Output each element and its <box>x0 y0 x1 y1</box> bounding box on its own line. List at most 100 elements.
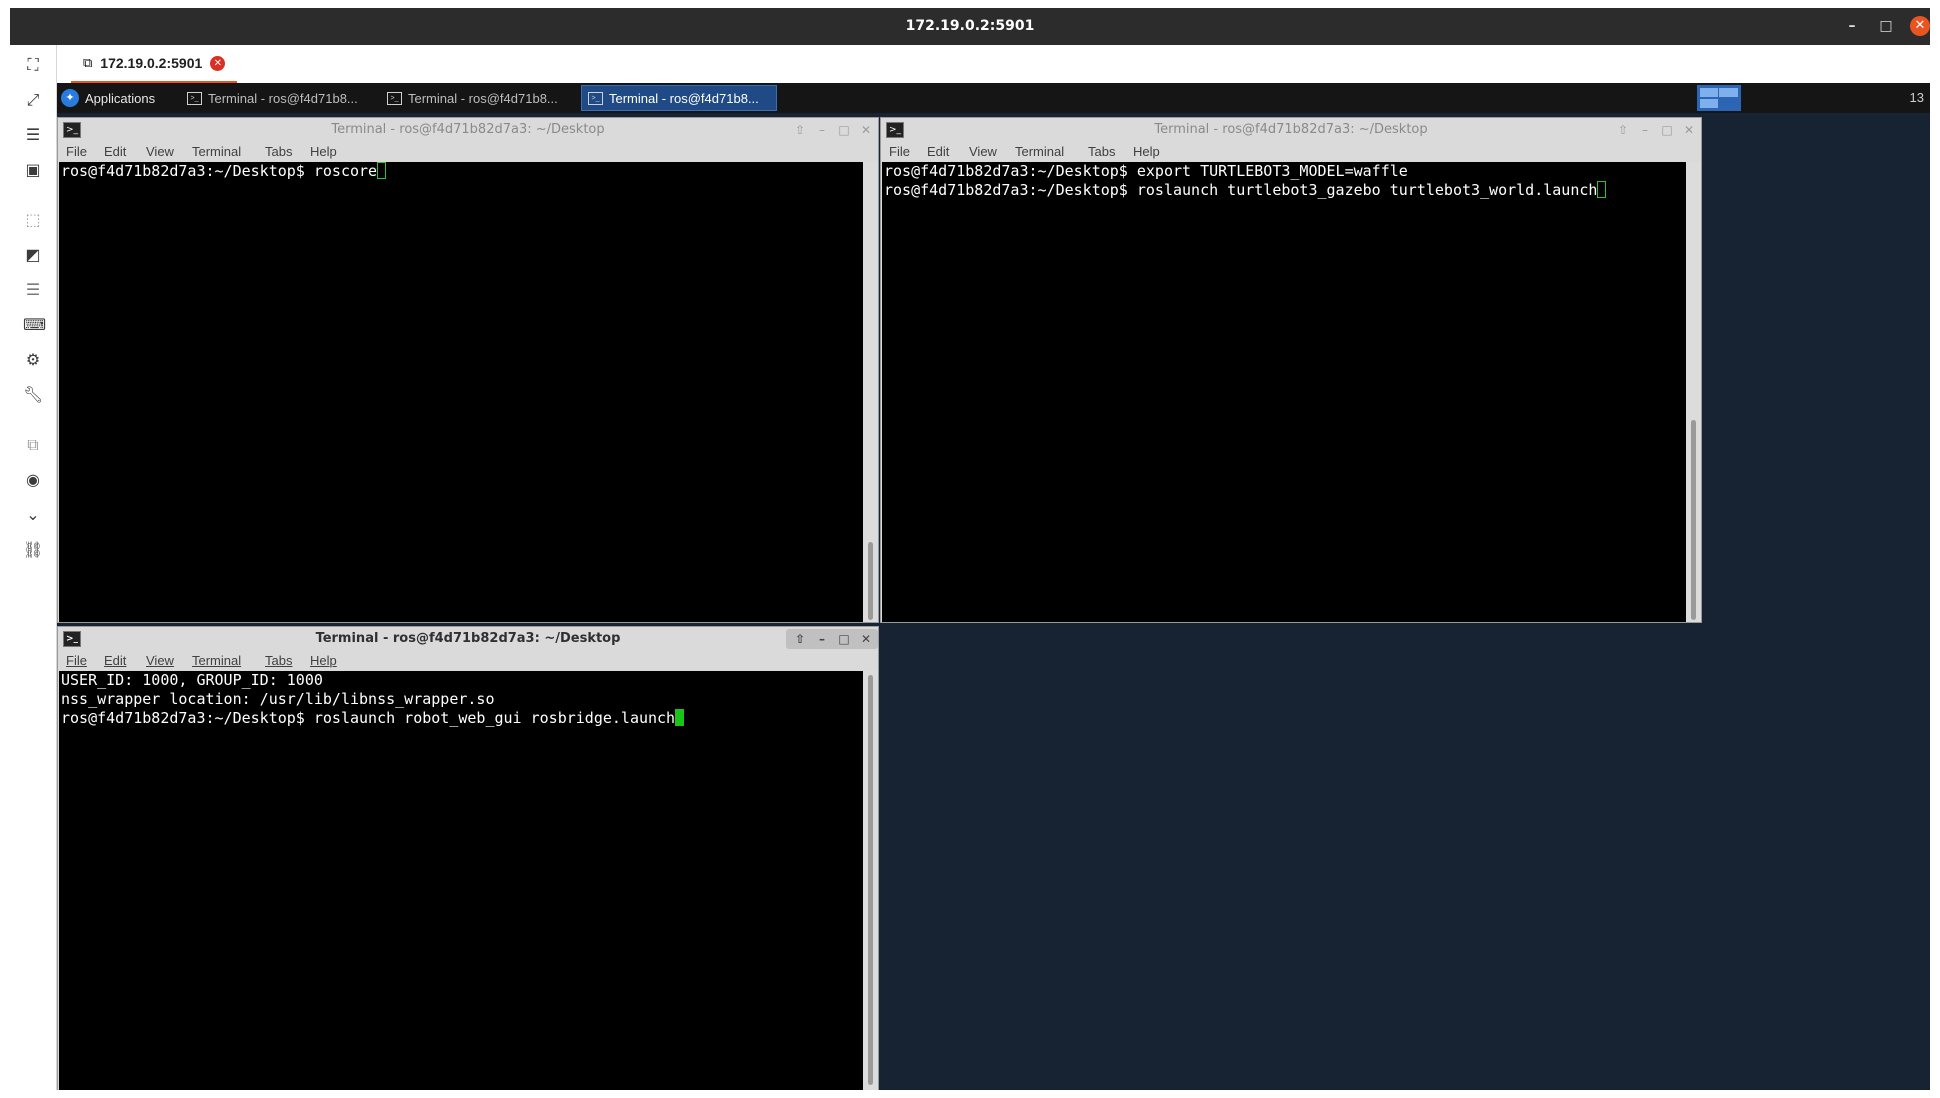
taskbar-item-terminal-2[interactable]: >_ Terminal - ros@f4d71b8... <box>381 85 577 111</box>
maximize-icon[interactable]: □ <box>835 630 853 648</box>
close-icon[interactable]: ✕ <box>1680 121 1698 139</box>
maximize-icon[interactable]: □ <box>1658 121 1676 139</box>
terminal-menubar: File Edit View Terminal Tabs Help <box>58 651 878 671</box>
window-icon[interactable]: ▣ <box>23 160 43 180</box>
shade-icon[interactable]: ⇧ <box>791 630 809 648</box>
minimize-icon[interactable]: – <box>1842 16 1862 36</box>
terminal-line: ros@f4d71b82d7a3:~/Desktop$ roslaunch tu… <box>884 181 1598 199</box>
client-titlebar: 172.19.0.2:5901 – □ ✕ <box>10 8 1930 45</box>
menu-edit[interactable]: Edit <box>104 144 126 159</box>
terminal-title: Terminal - ros@f4d71b82d7a3: ~/Desktop <box>315 631 621 646</box>
workspace-switcher[interactable] <box>1697 85 1741 111</box>
terminal-titlebar[interactable]: >_ Terminal - ros@f4d71b82d7a3: ~/Deskto… <box>881 118 1701 142</box>
link-icon[interactable]: ⛓ <box>23 540 43 560</box>
remote-desktop[interactable]: ✦ Applications >_ Terminal - ros@f4d71b8… <box>57 83 1930 1090</box>
list-icon[interactable]: ☰ <box>23 280 43 300</box>
terminal-titlebar[interactable]: >_ Terminal - ros@f4d71b82d7a3: ~/Deskto… <box>58 118 878 142</box>
menu-file[interactable]: File <box>66 653 87 668</box>
menu-view[interactable]: View <box>146 653 174 668</box>
terminal-icon: >_ <box>387 91 402 105</box>
workspace-thumb[interactable] <box>1700 99 1718 108</box>
terminal-cursor <box>377 162 387 179</box>
workspace-thumb[interactable] <box>1700 88 1718 97</box>
terminal-line: USER_ID: 1000, GROUP_ID: 1000 <box>61 671 323 689</box>
applications-label: Applications <box>85 90 156 106</box>
tab-label: 172.19.0.2:5901 <box>100 55 203 71</box>
menu-help[interactable]: Help <box>310 653 337 668</box>
menu-icon[interactable]: ☰ <box>23 125 43 145</box>
menu-edit[interactable]: Edit <box>104 653 126 668</box>
taskbar-item-label: Terminal - ros@f4d71b8... <box>609 90 759 106</box>
terminal-window-roscore: >_ Terminal - ros@f4d71b82d7a3: ~/Deskto… <box>57 117 879 623</box>
client-toolbar: ⛶ ⤢ ☰ ▣ ⬚ ◩ ☰ ⌨ ⚙ 🔧︎ ⧉ ◉ ⌄ ⛓ <box>10 45 57 1090</box>
minimize-icon[interactable]: – <box>813 630 831 648</box>
scrollbar[interactable] <box>863 162 878 622</box>
menu-file[interactable]: File <box>66 144 87 159</box>
terminal-titlebar[interactable]: >_ Terminal - ros@f4d71b82d7a3: ~/Deskto… <box>58 627 878 651</box>
menu-tabs[interactable]: Tabs <box>265 653 292 668</box>
menu-edit[interactable]: Edit <box>927 144 949 159</box>
keyboard-icon[interactable]: ⌨ <box>23 315 46 335</box>
menu-terminal[interactable]: Terminal <box>192 144 241 159</box>
tab-session[interactable]: ⧉ 172.19.0.2:5901 ✕ <box>71 45 238 84</box>
applications-menu-button[interactable]: ✦ Applications <box>59 85 179 111</box>
tab-strip: ⧉ 172.19.0.2:5901 ✕ <box>57 45 1930 84</box>
fullscreen-icon[interactable]: ⤢ <box>23 90 43 110</box>
taskbar-item-terminal-1[interactable]: >_ Terminal - ros@f4d71b8... <box>181 85 377 111</box>
maximize-icon[interactable]: □ <box>835 121 853 139</box>
minimize-icon[interactable]: – <box>813 121 831 139</box>
scrollbar[interactable] <box>1686 162 1701 622</box>
terminal-screen[interactable]: USER_ID: 1000, GROUP_ID: 1000 nss_wrappe… <box>59 671 863 1090</box>
minimize-icon[interactable]: – <box>1636 121 1654 139</box>
menu-help[interactable]: Help <box>310 144 337 159</box>
xfce-mouse-icon: ✦ <box>61 89 79 107</box>
terminal-cursor <box>1597 181 1607 198</box>
taskbar-item-label: Terminal - ros@f4d71b8... <box>208 90 358 106</box>
terminal-title: Terminal - ros@f4d71b82d7a3: ~/Desktop <box>331 122 605 137</box>
settings-icon[interactable]: ⚙ <box>23 350 43 370</box>
menu-tabs[interactable]: Tabs <box>265 144 292 159</box>
terminal-screen[interactable]: ros@f4d71b82d7a3:~/Desktop$ roscore <box>59 162 863 622</box>
client-window-title: 172.19.0.2:5901 <box>905 18 1035 34</box>
menu-terminal[interactable]: Terminal <box>1015 144 1064 159</box>
terminal-title: Terminal - ros@f4d71b82d7a3: ~/Desktop <box>1154 122 1428 137</box>
close-icon[interactable]: ✕ <box>857 121 875 139</box>
scrollbar[interactable] <box>863 671 878 1090</box>
terminal-line: ros@f4d71b82d7a3:~/Desktop$ roslaunch ro… <box>61 709 676 727</box>
scroll-thumb[interactable] <box>868 542 873 620</box>
maximize-icon[interactable]: □ <box>1876 16 1896 36</box>
terminal-menubar: File Edit View Terminal Tabs Help <box>881 142 1701 162</box>
close-icon[interactable]: ✕ <box>1910 16 1930 36</box>
terminal-cursor <box>675 709 685 726</box>
terminal-window-rosbridge: >_ Terminal - ros@f4d71b82d7a3: ~/Deskto… <box>57 626 879 1090</box>
tab-close-icon[interactable]: ✕ <box>210 55 226 71</box>
terminal-screen[interactable]: ros@f4d71b82d7a3:~/Desktop$ export TURTL… <box>882 162 1686 622</box>
terminal-icon: >_ <box>187 91 202 105</box>
wrench-icon[interactable]: 🔧︎ <box>23 385 43 405</box>
menu-terminal[interactable]: Terminal <box>192 653 241 668</box>
shade-icon[interactable]: ⇧ <box>791 121 809 139</box>
menu-view[interactable]: View <box>146 144 174 159</box>
taskbar-item-terminal-3[interactable]: >_ Terminal - ros@f4d71b8... <box>581 85 777 111</box>
terminal-menubar: File Edit View Terminal Tabs Help <box>58 142 878 162</box>
panel-clock: 13 <box>1909 90 1924 105</box>
scroll-thumb[interactable] <box>1691 420 1696 620</box>
terminal-line: ros@f4d71b82d7a3:~/Desktop$ export TURTL… <box>884 162 1408 180</box>
menu-view[interactable]: View <box>969 144 997 159</box>
fit-screen-icon[interactable]: ⛶ <box>23 55 43 75</box>
expand-icon[interactable]: ◩ <box>23 245 43 265</box>
scroll-thumb[interactable] <box>868 675 873 1085</box>
scale-icon[interactable]: ⬚ <box>23 210 43 230</box>
chevron-down-icon[interactable]: ⌄ <box>23 505 43 525</box>
close-icon[interactable]: ✕ <box>857 630 875 648</box>
screenshot-icon[interactable]: ◉ <box>23 470 43 490</box>
terminal-icon: >_ <box>588 91 603 105</box>
menu-file[interactable]: File <box>889 144 910 159</box>
menu-tabs[interactable]: Tabs <box>1088 144 1115 159</box>
menu-help[interactable]: Help <box>1133 144 1160 159</box>
terminal-window-gazebo: >_ Terminal - ros@f4d71b82d7a3: ~/Deskto… <box>880 117 1702 623</box>
remote-screen-icon: ⧉ <box>83 55 93 71</box>
shade-icon[interactable]: ⇧ <box>1614 121 1632 139</box>
workspace-thumb[interactable] <box>1719 88 1738 97</box>
copy-icon[interactable]: ⧉ <box>23 435 43 455</box>
